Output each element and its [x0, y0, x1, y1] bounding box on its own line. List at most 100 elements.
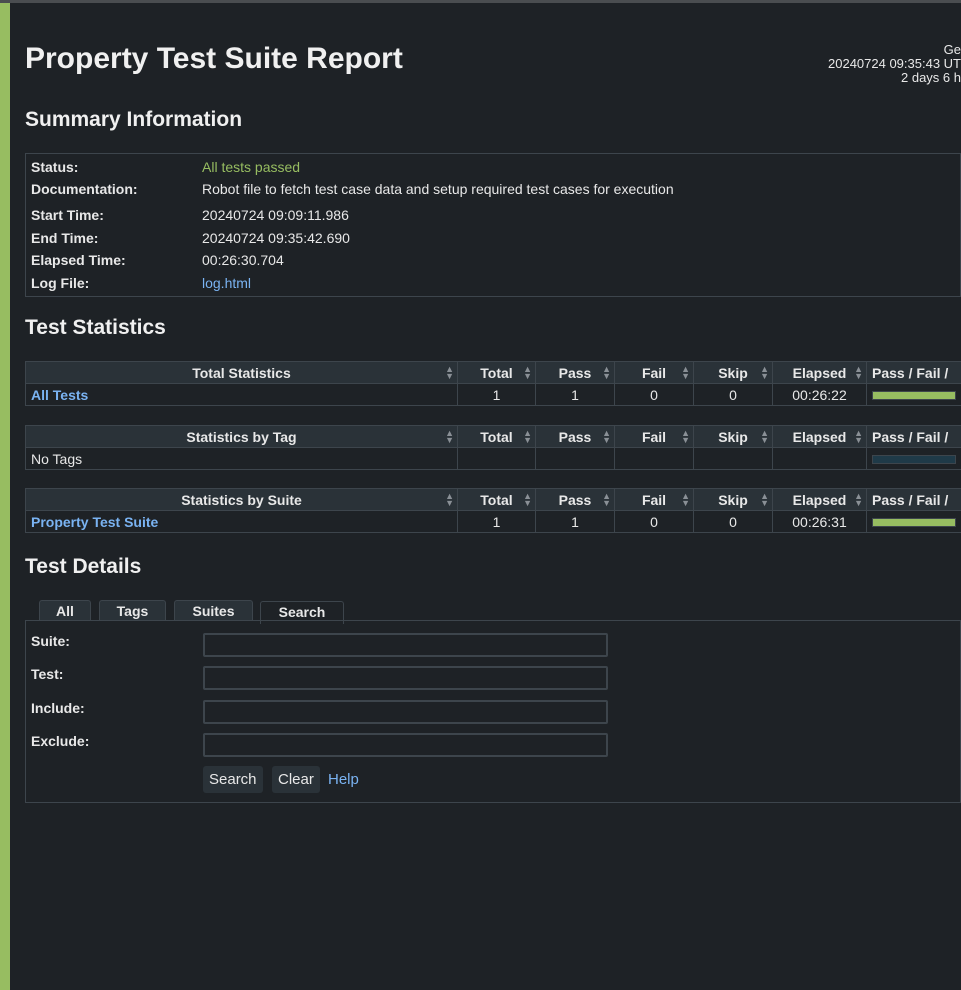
sort-icon[interactable]: ▲ ▼: [681, 492, 690, 508]
exclude-label: Exclude:: [31, 733, 90, 749]
stat-elapsed: [772, 447, 867, 470]
column-header[interactable]: Pass ▲ ▼: [535, 361, 615, 384]
clear-button[interactable]: Clear: [272, 766, 320, 793]
browser-top-edge: [0, 0, 961, 3]
sort-icon[interactable]: ▲ ▼: [760, 492, 769, 508]
sort-icon[interactable]: ▲ ▼: [854, 429, 863, 445]
sort-icon[interactable]: ▲ ▼: [854, 365, 863, 381]
generated-ago: 2 days 6 h: [901, 70, 961, 85]
stat-total: 1: [457, 383, 536, 406]
column-header-label: Fail: [641, 364, 667, 381]
column-header[interactable]: Statistics by Suite ▲ ▼: [25, 488, 458, 511]
help-link[interactable]: Help: [328, 771, 359, 788]
exclude-input[interactable]: [203, 733, 608, 757]
stat-name-link[interactable]: Property Test Suite: [31, 514, 158, 530]
column-header-label: Total: [480, 428, 513, 445]
column-header-label: Elapsed: [792, 428, 847, 445]
column-header[interactable]: Pass / Fail /: [866, 488, 961, 511]
column-header[interactable]: Skip ▲ ▼: [693, 425, 773, 448]
column-header[interactable]: Pass ▲ ▼: [535, 488, 615, 511]
summary-label: Documentation:: [31, 181, 138, 197]
column-header-label: Elapsed: [792, 491, 847, 508]
stat-elapsed: 00:26:31: [772, 510, 867, 533]
column-header[interactable]: Pass ▲ ▼: [535, 425, 615, 448]
column-header[interactable]: Pass / Fail /: [866, 425, 961, 448]
generated-info: Ge 20240724 09:35:43 UT 2 days 6 h: [828, 43, 961, 85]
sort-icon[interactable]: ▲ ▼: [760, 365, 769, 381]
sort-icon[interactable]: ▲ ▼: [523, 365, 532, 381]
pass-fail-bar-cell: [866, 510, 961, 533]
status-value: All tests passed: [202, 159, 301, 175]
test-input[interactable]: [203, 666, 608, 690]
sort-icon[interactable]: ▲ ▼: [760, 429, 769, 445]
column-header[interactable]: Fail ▲ ▼: [614, 425, 694, 448]
stat-name-cell: Property Test Suite: [25, 510, 458, 533]
summary-heading: Summary Information: [25, 108, 243, 131]
column-header[interactable]: Fail ▲ ▼: [614, 361, 694, 384]
stat-name: No Tags: [31, 450, 83, 467]
sort-icon[interactable]: ▲ ▼: [523, 492, 532, 508]
documentation-value: Robot file to fetch test case data and s…: [202, 181, 674, 197]
column-header[interactable]: Total ▲ ▼: [457, 425, 536, 448]
column-header[interactable]: Skip ▲ ▼: [693, 361, 773, 384]
tab-tags[interactable]: Tags: [99, 600, 166, 621]
column-header[interactable]: Total ▲ ▼: [457, 361, 536, 384]
sort-icon[interactable]: ▲ ▼: [523, 429, 532, 445]
stat-elapsed: 00:26:22: [772, 383, 867, 406]
pass-fail-bar-cell: [866, 383, 961, 406]
stat-total: [457, 447, 536, 470]
sort-icon[interactable]: ▲ ▼: [445, 429, 454, 445]
sort-icon[interactable]: ▲ ▼: [681, 365, 690, 381]
statistics-table: Total Statistics ▲ ▼ Total ▲ ▼ Pass ▲ ▼ Fail ▲ ▼ Ski…: [25, 361, 961, 406]
sort-icon[interactable]: ▲ ▼: [445, 365, 454, 381]
column-header-label: Pass: [558, 428, 592, 445]
column-header-label: Total: [480, 364, 513, 381]
column-header[interactable]: Total ▲ ▼: [457, 488, 536, 511]
stat-total: 1: [457, 510, 536, 533]
sort-icon[interactable]: ▲ ▼: [445, 492, 454, 508]
column-header-label: Elapsed: [792, 364, 847, 381]
stat-name-cell: No Tags: [25, 447, 458, 470]
summary-table: Status: All tests passed Documentation: Ro…: [25, 153, 961, 297]
log-file-link[interactable]: log.html: [202, 272, 251, 294]
suite-input[interactable]: [203, 633, 608, 657]
generated-label: Ge: [943, 42, 961, 57]
column-header[interactable]: Skip ▲ ▼: [693, 488, 773, 511]
tab-suites[interactable]: Suites: [174, 600, 253, 621]
summary-label: Log File:: [31, 275, 90, 291]
test-label: Test:: [31, 666, 64, 682]
search-button[interactable]: Search: [203, 766, 263, 793]
include-input[interactable]: [203, 700, 608, 724]
column-header-label: Statistics by Tag: [186, 428, 297, 445]
column-header[interactable]: Total Statistics ▲ ▼: [25, 361, 458, 384]
suite-label: Suite:: [31, 633, 70, 649]
table-row: Property Test Suite 1 1 0 0 00:26:31: [25, 510, 961, 533]
summary-label: Status:: [31, 159, 79, 175]
column-header[interactable]: Elapsed ▲ ▼: [772, 488, 867, 511]
column-header[interactable]: Fail ▲ ▼: [614, 488, 694, 511]
sort-icon[interactable]: ▲ ▼: [602, 429, 611, 445]
page-title: Property Test Suite Report: [25, 42, 403, 75]
statistics-table: Statistics by Tag ▲ ▼ Total ▲ ▼ Pass ▲ ▼ Fail ▲ ▼ Sk…: [25, 425, 961, 470]
column-header[interactable]: Statistics by Tag ▲ ▼: [25, 425, 458, 448]
tab-all[interactable]: All: [39, 600, 91, 621]
stat-fail: [614, 447, 694, 470]
stat-fail: 0: [614, 510, 694, 533]
pass-fail-bar: [872, 390, 956, 400]
sort-icon[interactable]: ▲ ▼: [602, 365, 611, 381]
sort-icon[interactable]: ▲ ▼: [681, 429, 690, 445]
column-header-label: Fail: [641, 491, 667, 508]
column-header[interactable]: Elapsed ▲ ▼: [772, 361, 867, 384]
column-header[interactable]: Pass / Fail /: [866, 361, 961, 384]
search-panel: Suite: Test: Include: Exclude: Search Cl…: [25, 620, 961, 803]
column-header-label: Pass / Fail /: [872, 491, 949, 508]
column-header-label: Skip: [718, 428, 748, 445]
sort-icon[interactable]: ▲ ▼: [602, 492, 611, 508]
stat-name-link[interactable]: All Tests: [31, 387, 88, 403]
column-header[interactable]: Elapsed ▲ ▼: [772, 425, 867, 448]
details-heading: Test Details: [25, 555, 142, 578]
sort-icon[interactable]: ▲ ▼: [854, 492, 863, 508]
stat-name-cell: All Tests: [25, 383, 458, 406]
column-header-label: Skip: [718, 364, 748, 381]
table-row: No Tags: [25, 447, 961, 470]
